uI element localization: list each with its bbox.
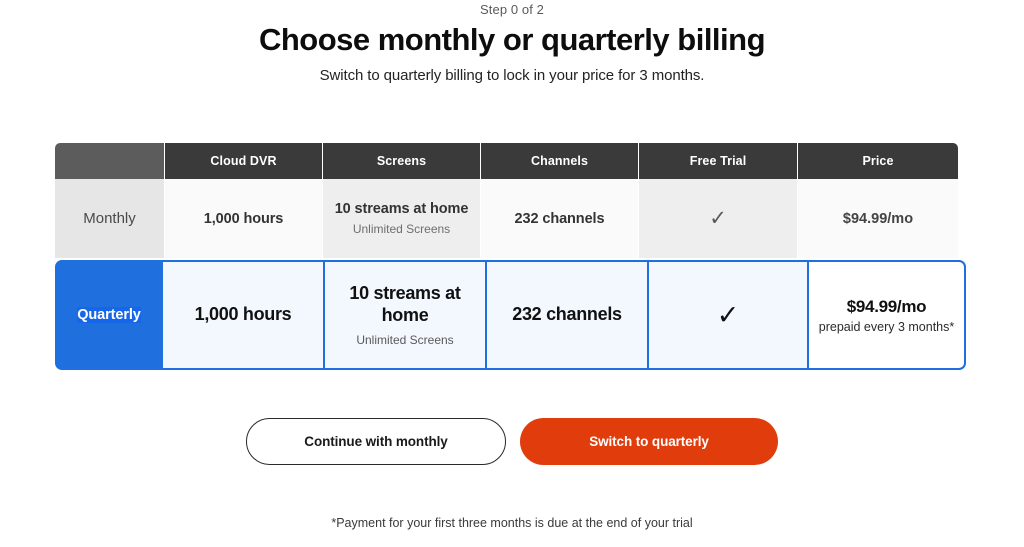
payment-footnote: *Payment for your first three months is … <box>331 516 693 530</box>
monthly-screens-cell: 10 streams at home Unlimited Screens <box>323 179 481 258</box>
quarterly-screens-value: 10 streams at home <box>349 283 461 325</box>
monthly-plan-label: Monthly <box>83 210 136 227</box>
monthly-plan-label-cell: Monthly <box>55 179 165 258</box>
column-header-plan <box>55 143 165 179</box>
page-title: Choose monthly or quarterly billing <box>258 22 766 57</box>
table-row-monthly[interactable]: Monthly 1,000 hours 10 streams at home U… <box>55 179 958 258</box>
quarterly-free-trial-cell: ✓ <box>647 262 807 368</box>
quarterly-screens-cell: 10 streams at home Unlimited Screens <box>323 262 485 368</box>
column-header-cloud-dvr: Cloud DVR <box>165 143 323 179</box>
column-header-channels: Channels <box>481 143 639 179</box>
quarterly-screens-subvalue: Unlimited Screens <box>356 332 454 347</box>
billing-plan-selection-page: Step 0 of 2 Choose monthly or quarterly … <box>0 0 1024 547</box>
column-header-screens: Screens <box>323 143 481 179</box>
column-header-price: Price <box>798 143 958 179</box>
monthly-price-cell: $94.99/mo <box>798 179 958 258</box>
checkmark-icon: ✓ <box>716 299 740 330</box>
monthly-channels-cell: 232 channels <box>481 179 639 258</box>
step-indicator: Step 0 of 2 <box>480 2 544 17</box>
quarterly-plan-label-cell: Quarterly <box>57 262 161 368</box>
monthly-channels-value: 232 channels <box>514 210 605 227</box>
action-buttons: Continue with monthly Switch to quarterl… <box>0 418 1024 465</box>
monthly-screens-value: 10 streams at home <box>334 201 469 217</box>
continue-with-monthly-button[interactable]: Continue with monthly <box>246 418 506 465</box>
switch-to-quarterly-button[interactable]: Switch to quarterly <box>520 418 778 465</box>
monthly-free-trial-cell: ✓ <box>639 179 798 258</box>
table-row-quarterly[interactable]: Quarterly 1,000 hours 10 streams at home… <box>55 260 966 370</box>
column-header-free-trial: Free Trial <box>639 143 798 179</box>
quarterly-plan-label: Quarterly <box>77 307 141 323</box>
table-header-row: Cloud DVR Screens Channels Free Trial Pr… <box>55 143 958 179</box>
monthly-cloud-dvr-cell: 1,000 hours <box>165 179 323 258</box>
quarterly-cloud-dvr-value: 1,000 hours <box>194 304 292 325</box>
quarterly-channels-value: 232 channels <box>512 304 622 325</box>
quarterly-cloud-dvr-cell: 1,000 hours <box>161 262 323 368</box>
quarterly-price-cell: $94.99/mo prepaid every 3 months* <box>807 262 964 368</box>
quarterly-channels-cell: 232 channels <box>485 262 647 368</box>
checkmark-icon: ✓ <box>709 207 727 230</box>
quarterly-price-value: $94.99/mo <box>846 296 927 316</box>
page-subtitle: Switch to quarterly billing to lock in y… <box>319 66 705 84</box>
monthly-screens-subvalue: Unlimited Screens <box>352 222 451 236</box>
plan-comparison-table: Cloud DVR Screens Channels Free Trial Pr… <box>55 143 967 370</box>
quarterly-price-note: prepaid every 3 months* <box>818 319 955 334</box>
monthly-cloud-dvr-value: 1,000 hours <box>203 210 284 227</box>
monthly-price-value: $94.99/mo <box>842 210 914 227</box>
